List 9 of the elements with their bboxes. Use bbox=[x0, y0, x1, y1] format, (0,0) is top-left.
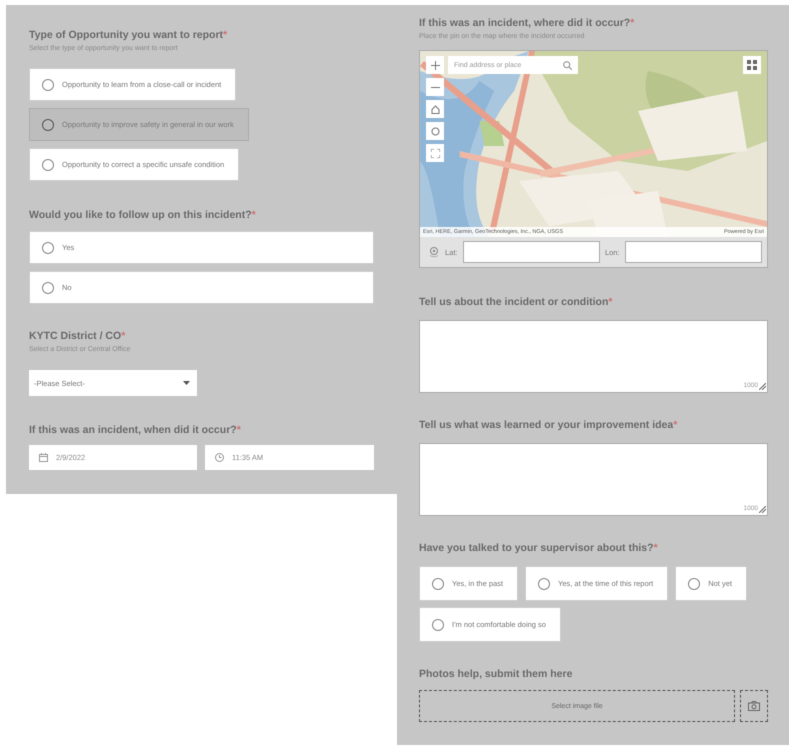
field-label: Photos help, submit them here bbox=[419, 668, 574, 680]
field-label: Type of Opportunity you want to report* bbox=[29, 29, 228, 41]
field-label: If this was an incident, when did it occur?* bbox=[29, 424, 242, 436]
field-label: KYTC District / CO* bbox=[29, 330, 126, 342]
field-label: Would you like to follow up on this incident?* bbox=[29, 209, 257, 221]
field-label: Have you talked to your supervisor about this?* bbox=[419, 542, 659, 554]
field-label: Tell us what was learned or your improvement idea* bbox=[419, 419, 678, 431]
field-label: Tell us about the incident or condition* bbox=[419, 296, 614, 308]
field-label: If this was an incident, where did it occur?* bbox=[419, 17, 636, 29]
